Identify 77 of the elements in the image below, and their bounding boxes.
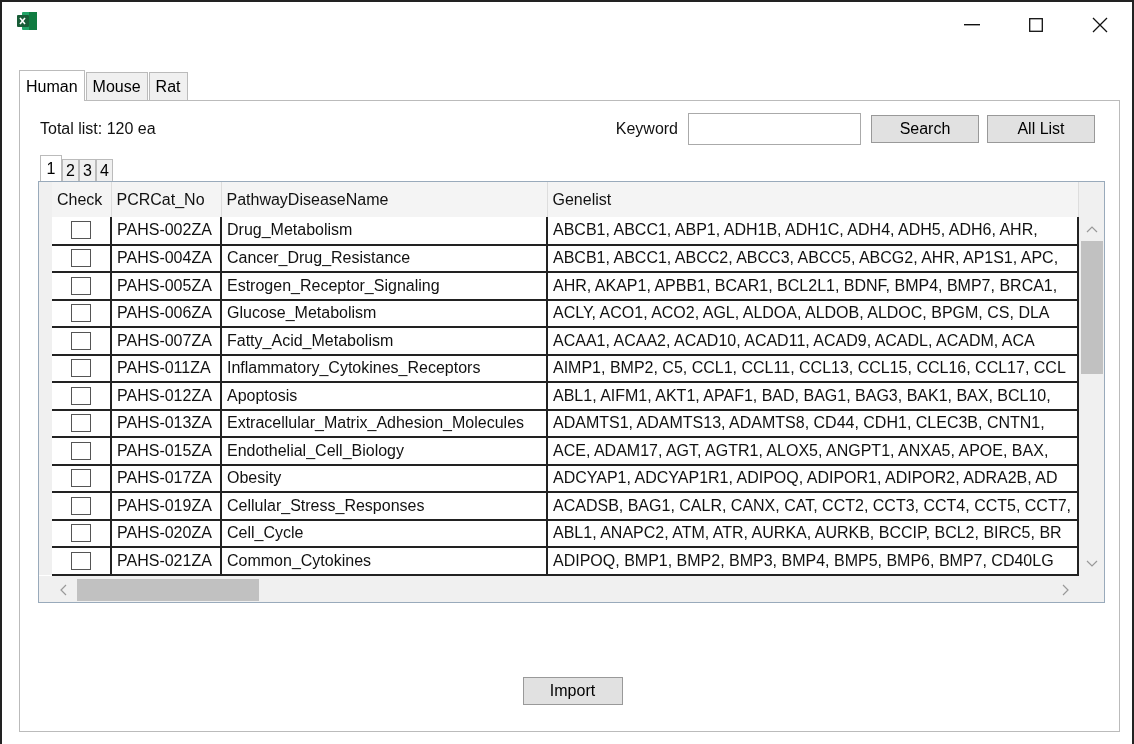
page-tab[interactable]: 1 xyxy=(40,155,62,181)
page-tab[interactable]: 2 xyxy=(62,159,79,181)
table-cell: Endothelial_Cell_Biology xyxy=(221,437,547,465)
table-cell: PAHS-019ZA xyxy=(111,492,221,520)
keyword-label: Keyword xyxy=(615,119,678,139)
table-cell: ADAMTS1, ADAMTS13, ADAMTS8, CD44, CDH1, CLEC3B, CNTN1, xyxy=(547,409,1078,437)
table-cell: Obesity xyxy=(221,464,547,492)
all-list-button[interactable]: All List xyxy=(987,115,1095,143)
table-cell: Drug_Metabolism xyxy=(221,217,547,245)
table-cell: ADCYAP1, ADCYAP1R1, ADIPOQ, ADIPOR1, ADIPOR2, ADRA2B, AD xyxy=(547,464,1078,492)
table-cell: Extracellular_Matrix_Adhesion_Molecules xyxy=(221,409,547,437)
maximize-icon xyxy=(1029,18,1043,32)
checkbox[interactable] xyxy=(71,386,91,405)
species-tab[interactable]: Rat xyxy=(148,72,188,100)
table-cell: Common_Cytokines xyxy=(221,547,547,575)
table-cell: PAHS-021ZA xyxy=(111,547,221,575)
table-cell: PAHS-007ZA xyxy=(111,327,221,355)
table-cell: PAHS-015ZA xyxy=(111,437,221,465)
table-cell: Glucose_Metabolism xyxy=(221,299,547,327)
page-tab[interactable]: 4 xyxy=(96,159,113,181)
table-cell: Cancer_Drug_Resistance xyxy=(221,244,547,272)
column-header[interactable]: PCRCat_No xyxy=(111,182,221,217)
table-cell: ABCB1, ABCC1, ABCC2, ABCC3, ABCC5, ABCG2, AHR, AP1S1, APC, xyxy=(547,244,1078,272)
table-cell: ABCB1, ABCC1, ABP1, ADH1B, ADH1C, ADH4, ADH5, ADH6, AHR, xyxy=(547,217,1078,245)
table-cell: Fatty_Acid_Metabolism xyxy=(221,327,547,355)
table-cell: ABL1, AIFM1, AKT1, APAF1, BAD, BAG1, BAG3, BAK1, BAX, BCL10, xyxy=(547,382,1078,410)
checkbox[interactable] xyxy=(71,469,91,488)
scroll-up-icon xyxy=(1086,225,1098,233)
total-count-label: Total list: 120 ea xyxy=(40,119,156,139)
table-cell: Estrogen_Receptor_Signaling xyxy=(221,272,547,300)
table-cell: PAHS-002ZA xyxy=(111,217,221,245)
scroll-left-icon xyxy=(59,584,67,596)
checkbox[interactable] xyxy=(71,441,91,460)
table-cell: Apoptosis xyxy=(221,382,547,410)
table-cell: ABL1, ANAPC2, ATM, ATR, AURKA, AURKB, BCCIP, BCL2, BIRC5, BR xyxy=(547,519,1078,547)
table-cell: PAHS-005ZA xyxy=(111,272,221,300)
table-cell: PAHS-004ZA xyxy=(111,244,221,272)
table-cell: AHR, AKAP1, APBB1, BCAR1, BCL2L1, BDNF, BMP4, BMP7, BRCA1, xyxy=(547,272,1078,300)
table-cell: ADIPOQ, BMP1, BMP2, BMP3, BMP4, BMP5, BMP6, BMP7, CD40LG xyxy=(547,547,1078,575)
table-cell: ACADSB, BAG1, CALR, CANX, CAT, CCT2, CCT3, CCT4, CCT5, CCT7, xyxy=(547,492,1078,520)
checkbox[interactable] xyxy=(71,331,91,350)
table-cell: Cellular_Stress_Responses xyxy=(221,492,547,520)
checkbox[interactable] xyxy=(71,524,91,543)
page-tab[interactable]: 3 xyxy=(79,159,96,181)
table-cell: PAHS-012ZA xyxy=(111,382,221,410)
checkbox[interactable] xyxy=(71,414,91,433)
table-cell: Cell_Cycle xyxy=(221,519,547,547)
search-button[interactable]: Search xyxy=(871,115,979,143)
checkbox[interactable] xyxy=(71,496,91,515)
column-header[interactable]: Check xyxy=(52,182,111,217)
species-tab[interactable]: Mouse xyxy=(85,72,148,100)
table-cell: PAHS-017ZA xyxy=(111,464,221,492)
column-header[interactable]: PathwayDiseaseName xyxy=(221,182,547,217)
checkbox[interactable] xyxy=(71,551,91,570)
table-cell: ACLY, ACO1, ACO2, AGL, ALDOA, ALDOB, ALDOC, BPGM, CS, DLA xyxy=(547,299,1078,327)
table-cell: PAHS-013ZA xyxy=(111,409,221,437)
species-tab[interactable]: Human xyxy=(19,70,85,101)
table-cell: PAHS-006ZA xyxy=(111,299,221,327)
import-button[interactable]: Import xyxy=(522,677,623,705)
scroll-down-icon xyxy=(1086,560,1098,568)
table-cell: AIMP1, BMP2, C5, CCL1, CCL11, CCL13, CCL15, CCL16, CCL17, CCL xyxy=(547,354,1078,382)
checkbox[interactable] xyxy=(71,221,91,240)
table-cell: ACAA1, ACAA2, ACAD10, ACAD11, ACAD9, ACADL, ACADM, ACA xyxy=(547,327,1078,355)
table-cell: PAHS-011ZA xyxy=(111,354,221,382)
column-header[interactable]: Genelist xyxy=(547,182,1078,217)
checkbox[interactable] xyxy=(71,359,91,378)
checkbox[interactable] xyxy=(71,304,91,323)
checkbox[interactable] xyxy=(71,249,91,268)
spreadsheet-app-icon xyxy=(16,10,38,32)
table-cell: ACE, ADAM17, AGT, AGTR1, ALOX5, ANGPT1, ANXA5, APOE, BAX, xyxy=(547,437,1078,465)
table-cell: Inflammatory_Cytokines_Receptors xyxy=(221,354,547,382)
scroll-right-icon xyxy=(1062,584,1070,596)
checkbox[interactable] xyxy=(71,276,91,295)
close-icon xyxy=(1092,17,1108,33)
table-cell: PAHS-020ZA xyxy=(111,519,221,547)
keyword-field[interactable] xyxy=(688,113,861,145)
minimize-icon xyxy=(964,24,980,26)
